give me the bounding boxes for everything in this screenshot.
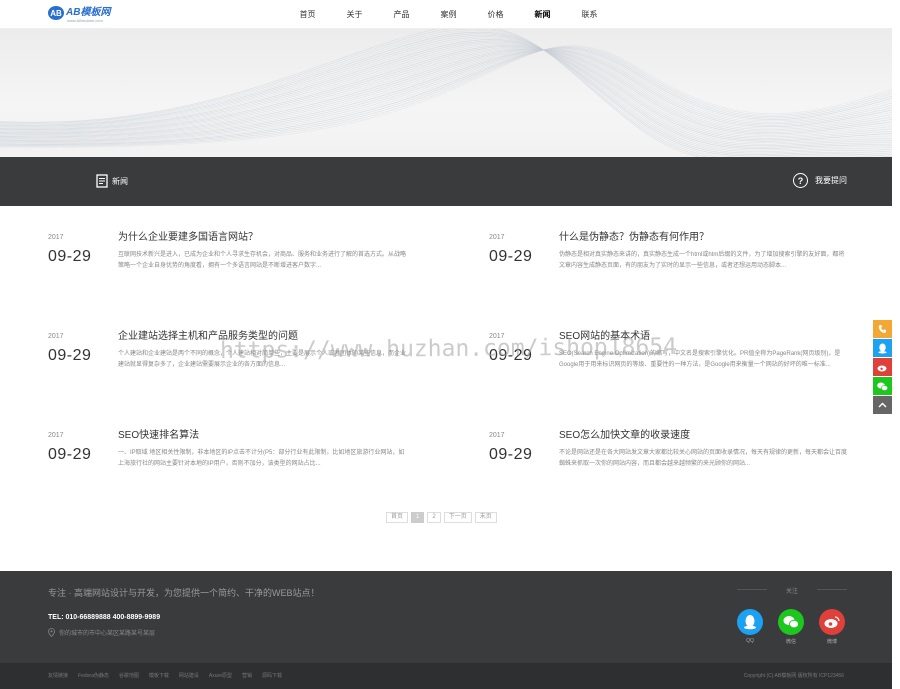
friend-link[interactable]: 谷歌地图 bbox=[119, 672, 139, 679]
wave-lines-decoration bbox=[0, 29, 892, 157]
follow-label: 关注 bbox=[785, 589, 798, 595]
page-number-button[interactable]: 1 bbox=[411, 512, 425, 523]
weibo-icon bbox=[819, 609, 845, 635]
friend-link[interactable]: Fedora伪静态 bbox=[78, 672, 109, 679]
news-date: 09-29 bbox=[48, 446, 92, 463]
location-pin-icon bbox=[48, 628, 55, 637]
footer-bottom-bar: 友情链接 Fedora伪静态 谷歌地图 模板下载 网站建设 Axure原型 营销… bbox=[0, 663, 892, 689]
news-date: 09-29 bbox=[489, 248, 533, 265]
footer-address: 你的城市的市中心某区某路某号某层 bbox=[48, 628, 155, 637]
social-weibo-button[interactable]: 微博 bbox=[819, 609, 845, 645]
page-number-button[interactable]: 2 bbox=[427, 512, 441, 523]
back-to-top-icon bbox=[878, 402, 887, 408]
section-title-label: 新闻 bbox=[112, 176, 128, 186]
logo-subtitle: www.ABmoban.com bbox=[67, 18, 103, 23]
logo-mark-icon: AB bbox=[48, 6, 64, 20]
news-summary: 不论是网站还是在各大网站发文章大家都比较关心网站的页面收录情况，每天有规律的更新… bbox=[559, 450, 848, 467]
friend-link[interactable]: Axure原型 bbox=[209, 672, 232, 679]
section-title: 新闻 bbox=[96, 174, 128, 188]
nav-item-contact[interactable]: 联系 bbox=[566, 0, 613, 29]
social-wechat-button[interactable]: 微信 bbox=[778, 609, 804, 645]
site-logo[interactable]: AB AB模板网 www.ABmoban.com bbox=[48, 6, 111, 23]
float-wechat-button[interactable] bbox=[873, 377, 892, 395]
friend-link[interactable]: 营销 bbox=[242, 672, 252, 679]
ask-question-label: 我要提问 bbox=[815, 176, 847, 185]
news-date: 09-29 bbox=[48, 248, 92, 265]
friend-link[interactable]: 网站建设 bbox=[179, 672, 199, 679]
main-nav: 首页 关于 产品 案例 价格 新闻 联系 bbox=[284, 0, 613, 29]
news-title[interactable]: 什么是伪静态？伪静态有何作用？ bbox=[559, 228, 709, 243]
nav-item-home[interactable]: 首页 bbox=[284, 0, 331, 29]
phone-icon bbox=[878, 325, 886, 333]
site-header: AB AB模板网 www.ABmoban.com 首页 关于 产品 案例 价格 … bbox=[0, 0, 892, 29]
qq-icon bbox=[878, 343, 887, 353]
social-wechat-label: 微信 bbox=[785, 639, 796, 645]
section-bar: 新闻 ? 我要提问 bbox=[0, 157, 892, 206]
ask-question-link[interactable]: ? 我要提问 bbox=[793, 173, 847, 188]
question-icon: ? bbox=[793, 173, 808, 188]
friend-link[interactable]: 模板下载 bbox=[149, 672, 169, 679]
weibo-icon bbox=[877, 365, 887, 371]
watermark-text: https://www.huzhan.com/ishop18654 bbox=[219, 334, 678, 364]
news-title[interactable]: SEO快速排名算法 bbox=[118, 426, 199, 441]
friend-links: 友情链接 Fedora伪静态 谷歌地图 模板下载 网站建设 Axure原型 营销… bbox=[48, 672, 282, 679]
friend-link[interactable]: 友情链接 bbox=[48, 672, 68, 679]
friend-link[interactable]: 源码下载 bbox=[262, 672, 282, 679]
page-last-button[interactable]: 末页 bbox=[474, 512, 497, 523]
footer-phone: TEL: 010-66889888 400-8899-9989 bbox=[48, 614, 161, 621]
news-title[interactable]: 为什么企业要建多国语言网站？ bbox=[118, 228, 258, 243]
news-date: 09-29 bbox=[48, 347, 92, 364]
news-year: 2017 bbox=[48, 333, 64, 340]
news-summary: 一、IP取域 地区相关性限制，非本地区的IP点击不计分(P5：部分行业有此限制，… bbox=[118, 450, 405, 467]
nav-item-cases[interactable]: 案例 bbox=[425, 0, 472, 29]
news-title[interactable]: SEO怎么加快文章的收录速度 bbox=[559, 426, 690, 441]
copyright-text: Copyright (C) AB模板网 版权所有 ICP123456 bbox=[743, 673, 844, 679]
page-banner bbox=[0, 29, 892, 157]
footer-slogan: 专注 · 高端网站设计与开发，为您提供一个简约、干净的WEB站点！ bbox=[48, 588, 320, 598]
news-item[interactable]: 2017 09-29 什么是伪静态？伪静态有何作用？ 伪静态是相对真实静态来讲的… bbox=[489, 228, 849, 288]
news-item[interactable]: 2017 09-29 SEO怎么加快文章的收录速度 不论是网站还是在各大网站发文… bbox=[489, 426, 849, 486]
social-qq-label: QQ bbox=[746, 638, 754, 644]
floating-toolbar bbox=[873, 320, 892, 415]
wechat-icon bbox=[877, 382, 888, 391]
social-weibo-label: 微博 bbox=[826, 639, 837, 645]
social-qq-button[interactable]: QQ bbox=[737, 609, 763, 644]
footer-address-text: 你的城市的市中心某区某路某号某层 bbox=[59, 631, 156, 637]
news-date: 09-29 bbox=[489, 446, 533, 463]
news-year: 2017 bbox=[48, 234, 64, 241]
news-summary: 互联网技术新兴是进入，已成为企业和个人寻求生存机会，对商品、服务和业务进行了解的… bbox=[118, 252, 407, 269]
nav-item-price[interactable]: 价格 bbox=[472, 0, 519, 29]
qq-icon bbox=[737, 609, 763, 635]
pagination: 首页 1 2 下一页 末页 bbox=[386, 512, 497, 523]
float-back-to-top-button[interactable] bbox=[873, 396, 892, 414]
news-year: 2017 bbox=[489, 234, 505, 241]
float-qq-button[interactable] bbox=[873, 339, 892, 357]
float-phone-button[interactable] bbox=[873, 320, 892, 338]
news-item[interactable]: 2017 09-29 为什么企业要建多国语言网站？ 互联网技术新兴是进入，已成为… bbox=[48, 228, 408, 288]
document-icon bbox=[96, 174, 108, 188]
nav-item-about[interactable]: 关于 bbox=[331, 0, 378, 29]
logo-text: AB模板网 bbox=[66, 7, 111, 18]
news-item[interactable]: 2017 09-29 SEO快速排名算法 一、IP取域 地区相关性限制，非本地区… bbox=[48, 426, 408, 486]
wechat-icon bbox=[778, 609, 804, 635]
page-next-button[interactable]: 下一页 bbox=[443, 512, 472, 523]
page-first-button[interactable]: 首页 bbox=[386, 512, 409, 523]
float-weibo-button[interactable] bbox=[873, 358, 892, 376]
news-year: 2017 bbox=[489, 432, 505, 439]
site-footer: 专注 · 高端网站设计与开发，为您提供一个简约、干净的WEB站点！ TEL: 0… bbox=[0, 571, 892, 663]
news-summary: 伪静态是相对真实静态来讲的，真实静态生成一个html或htm后缀的文件，为了增加… bbox=[559, 252, 845, 269]
nav-item-news[interactable]: 新闻 bbox=[519, 0, 566, 29]
follow-divider-right bbox=[817, 589, 847, 590]
nav-item-products[interactable]: 产品 bbox=[378, 0, 425, 29]
news-year: 2017 bbox=[48, 432, 64, 439]
